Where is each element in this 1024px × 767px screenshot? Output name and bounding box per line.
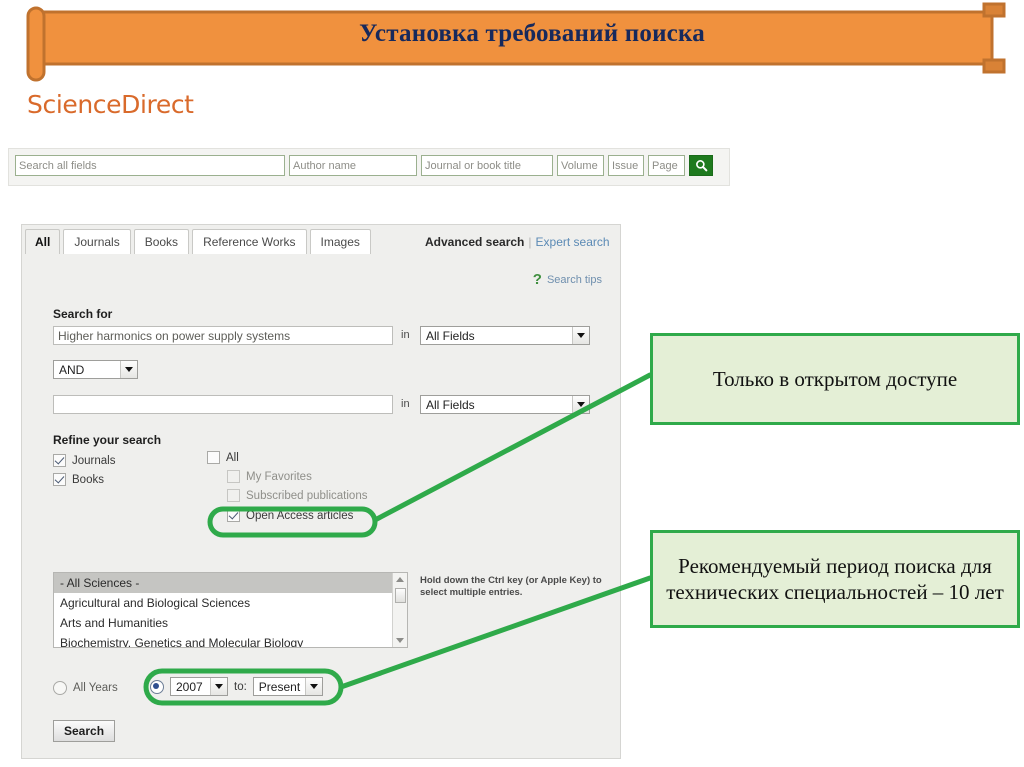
question-mark-icon: ? — [532, 271, 542, 288]
tab-all[interactable]: All — [25, 229, 61, 254]
checkbox-box — [53, 473, 66, 486]
refine-your-search-label: Refine your search — [53, 433, 162, 447]
search-field-2-select[interactable]: All Fields — [420, 395, 590, 414]
checkbox-box — [227, 489, 240, 502]
search-tips-link[interactable]: ? Search tips — [533, 271, 602, 288]
radio-button — [53, 681, 67, 695]
quick-search-bar — [8, 148, 730, 186]
author-name-input[interactable] — [289, 155, 417, 176]
tab-books[interactable]: Books — [133, 229, 190, 254]
listbox-scrollbar[interactable] — [392, 573, 407, 647]
to-label: to: — [234, 680, 247, 693]
all-access-checkbox-label: All — [226, 451, 239, 464]
list-item[interactable]: Arts and Humanities — [54, 613, 407, 633]
chevron-down-icon — [572, 396, 589, 413]
chevron-down-icon — [304, 678, 322, 695]
chevron-down-icon — [120, 361, 137, 378]
search-term-2-input[interactable] — [53, 395, 393, 414]
year-to-value: Present — [258, 679, 301, 694]
search-for-label: Search for — [53, 307, 113, 321]
tab-journals[interactable]: Journals — [63, 229, 131, 254]
chevron-down-icon — [572, 327, 589, 344]
journal-or-book-title-input[interactable] — [421, 155, 553, 176]
boolean-operator-select[interactable]: AND — [53, 360, 138, 379]
volume-input[interactable] — [557, 155, 604, 176]
open-access-articles-checkbox-label: Open Access articles — [246, 509, 354, 522]
scroll-down-arrow-icon[interactable] — [396, 638, 404, 643]
tab-reference-works[interactable]: Reference Works — [192, 229, 307, 254]
subscribed-publications-checkbox[interactable]: Subscribed publications — [227, 489, 367, 502]
multi-select-hint: Hold down the Ctrl key (or Apple Key) to… — [420, 575, 602, 598]
advanced-search-panel: ? Search tips Search for in All Fields A… — [21, 224, 621, 759]
search-term-1-input[interactable] — [53, 326, 393, 345]
subject-areas-listbox[interactable]: - All Sciences - Agricultural and Biolog… — [53, 572, 408, 648]
all-years-label: All Years — [73, 682, 118, 694]
all-access-checkbox[interactable]: All — [207, 451, 239, 464]
all-years-radio[interactable]: All Years — [53, 681, 118, 695]
quick-search-fields-row — [15, 155, 713, 176]
sciencedirect-logo: ScienceDirect — [27, 90, 194, 119]
checkbox-box — [207, 451, 220, 464]
search-field-2-value: All Fields — [426, 397, 475, 412]
scrollbar-thumb[interactable] — [395, 588, 406, 603]
scroll-up-arrow-icon[interactable] — [396, 577, 404, 582]
year-to-select[interactable]: Present — [252, 677, 323, 696]
search-field-1-select[interactable]: All Fields — [420, 326, 590, 345]
in-label-2: in — [401, 398, 410, 410]
boolean-operator-value: AND — [59, 362, 85, 377]
journals-checkbox-label: Journals — [72, 454, 116, 467]
open-access-articles-checkbox[interactable]: Open Access articles — [227, 509, 353, 522]
year-from-select[interactable]: 2007 — [170, 677, 228, 696]
search-tips-label: Search tips — [546, 273, 602, 286]
quick-search-submit-button[interactable] — [689, 155, 713, 176]
year-range-radio[interactable] — [150, 679, 164, 694]
callout-search-period: Рекомендуемый период поиска для техничес… — [650, 530, 1020, 628]
tab-images[interactable]: Images — [309, 229, 371, 254]
search-button[interactable]: Search — [53, 720, 116, 742]
books-checkbox-label: Books — [72, 473, 104, 486]
links-separator: | — [528, 235, 532, 249]
page-input[interactable] — [648, 155, 685, 176]
checkbox-box — [53, 454, 66, 467]
search-mode-links: Advanced search | Expert search — [425, 235, 610, 249]
books-checkbox[interactable]: Books — [53, 473, 104, 486]
search-field-1-value: All Fields — [426, 328, 475, 343]
journals-checkbox[interactable]: Journals — [53, 454, 115, 467]
year-range-controls: 2007 to: Present — [150, 677, 323, 696]
slide-title-banner: Установка требований поиска — [22, 2, 1012, 84]
page-title: Установка требований поиска — [359, 20, 705, 47]
expert-search-link[interactable]: Expert search — [536, 235, 610, 249]
checkbox-box — [227, 470, 240, 483]
chevron-down-icon — [210, 678, 227, 695]
in-label-1: in — [401, 329, 410, 341]
subscribed-publications-checkbox-label: Subscribed publications — [246, 489, 368, 502]
list-item[interactable]: Agricultural and Biological Sciences — [54, 593, 407, 613]
search-icon — [695, 160, 707, 172]
issue-input[interactable] — [608, 155, 644, 176]
callout-open-access: Только в открытом доступе — [650, 333, 1020, 425]
list-item[interactable]: - All Sciences - — [54, 573, 407, 593]
my-favorites-checkbox-label: My Favorites — [246, 470, 312, 483]
list-item[interactable]: Biochemistry, Genetics and Molecular Bio… — [54, 633, 407, 647]
advanced-search-label: Advanced search — [425, 235, 525, 249]
year-from-value: 2007 — [176, 679, 203, 694]
my-favorites-checkbox[interactable]: My Favorites — [227, 470, 312, 483]
checkbox-box — [227, 509, 240, 522]
search-all-fields-input[interactable] — [15, 155, 285, 176]
